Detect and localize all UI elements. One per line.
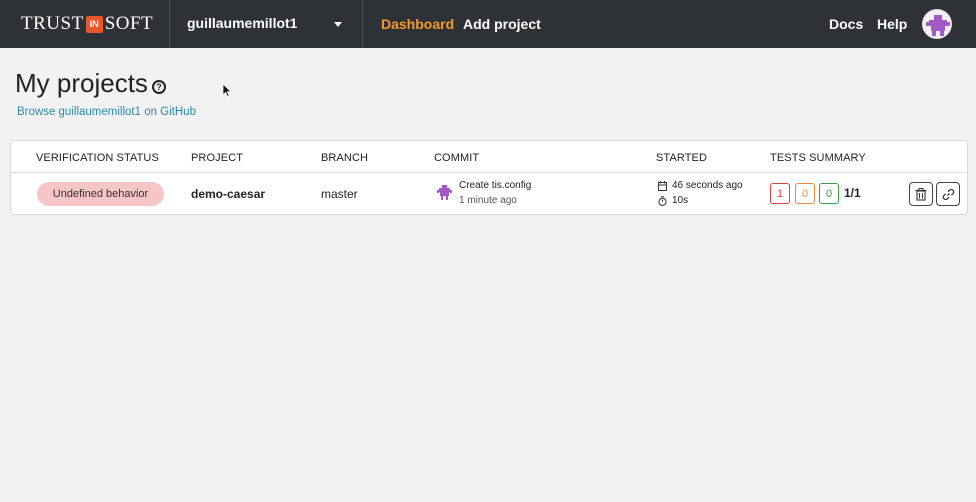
logo-badge: IN xyxy=(85,15,103,33)
trustinsoft-logo[interactable]: TRUST IN SOFT xyxy=(21,12,153,36)
tests-warning-count[interactable]: 0 xyxy=(795,183,815,204)
col-header-project[interactable]: PROJECT xyxy=(191,152,243,164)
link-icon xyxy=(942,188,954,200)
col-header-verification-status[interactable]: VERIFICATION STATUS xyxy=(36,152,159,164)
commit-author-avatar xyxy=(437,185,452,200)
trash-icon xyxy=(915,187,927,201)
delete-button[interactable] xyxy=(909,182,933,206)
mouse-cursor-icon xyxy=(222,83,232,98)
nav-docs[interactable]: Docs xyxy=(829,16,863,32)
col-header-branch[interactable]: BRANCH xyxy=(321,152,368,164)
started-time: 46 seconds ago xyxy=(672,180,743,191)
link-button[interactable] xyxy=(936,182,960,206)
status-badge[interactable]: Undefined behavior xyxy=(37,182,164,206)
identicon-avatar xyxy=(926,15,950,36)
col-header-started[interactable]: STARTED xyxy=(656,152,707,164)
col-header-tests-summary[interactable]: TESTS SUMMARY xyxy=(770,152,866,164)
stopwatch-icon xyxy=(658,196,667,206)
nav-dashboard[interactable]: Dashboard xyxy=(381,16,454,32)
page-title: My projects xyxy=(15,68,148,98)
github-browse-link[interactable]: Browse guillaumemillot1 on GitHub xyxy=(17,106,196,118)
commit-time: 1 minute ago xyxy=(459,195,517,206)
tests-ratio: 1/1 xyxy=(844,186,861,200)
navbar-divider xyxy=(362,0,363,48)
tests-failed-count[interactable]: 1 xyxy=(770,183,790,204)
user-avatar[interactable] xyxy=(922,9,952,39)
commit-message[interactable]: Create tis.config xyxy=(459,180,531,191)
caret-down-icon[interactable] xyxy=(334,22,342,27)
logo-text-left: TRUST xyxy=(21,13,84,34)
calendar-icon xyxy=(658,181,667,191)
duration: 10s xyxy=(672,195,689,206)
branch-name: master xyxy=(321,187,358,201)
tests-passed-count[interactable]: 0 xyxy=(819,183,839,204)
question-circle-icon[interactable]: ? xyxy=(152,80,166,94)
navbar-divider xyxy=(169,0,170,48)
nav-add-project[interactable]: Add project xyxy=(463,16,541,32)
projects-table: VERIFICATION STATUS PROJECT BRANCH COMMI… xyxy=(10,140,968,215)
nav-help[interactable]: Help xyxy=(877,16,907,32)
col-header-commit[interactable]: COMMIT xyxy=(434,152,479,164)
logo-text-right: SOFT xyxy=(104,13,154,34)
project-name[interactable]: demo-caesar xyxy=(191,187,265,201)
top-navbar: TRUST IN SOFT guillaumemillot1 Dashboard A… xyxy=(0,0,976,48)
user-selector[interactable]: guillaumemillot1 xyxy=(187,15,297,31)
header-divider xyxy=(11,172,967,173)
